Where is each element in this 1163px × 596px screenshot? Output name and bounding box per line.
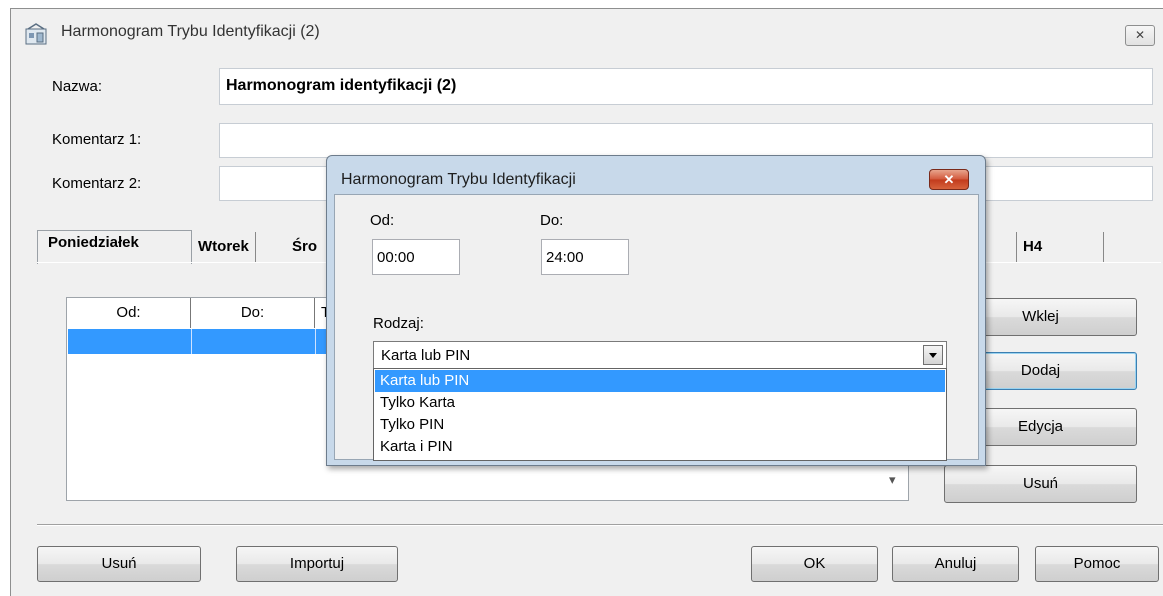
option-card-and-pin[interactable]: Karta i PIN [375,436,945,458]
grid-header-from[interactable]: Od: [67,298,191,328]
ok-button[interactable]: OK [751,546,878,582]
tab-monday[interactable]: Poniedziałek [42,228,145,258]
cancel-button[interactable]: Anuluj [892,546,1019,582]
import-button[interactable]: Importuj [236,546,398,582]
grid-scroll-down-icon[interactable]: ▾ [889,472,903,492]
chevron-down-icon[interactable] [923,345,943,365]
separator [37,524,1163,526]
type-label: Rodzaj: [373,315,424,332]
option-card-or-pin[interactable]: Karta lub PIN [375,370,945,392]
name-field[interactable]: Harmonogram identyfikacji (2) [219,68,1153,105]
from-label: Od: [370,212,395,229]
schedule-app-icon [25,23,47,45]
tab-divider [1103,232,1104,262]
option-pin-only[interactable]: Tylko PIN [375,414,945,436]
delete-schedule-button[interactable]: Usuń [37,546,201,582]
from-time-field[interactable]: 00:00 [372,239,460,275]
row-divider [315,329,316,354]
dialog-title: Harmonogram Trybu Identyfikacji [341,171,576,188]
help-button[interactable]: Pomoc [1035,546,1159,582]
dialog-close-button[interactable]: ✕ [929,169,969,190]
tab-tuesday[interactable]: Wtorek [192,232,256,262]
to-time-field[interactable]: 24:00 [541,239,629,275]
window-title: Harmonogram Trybu Identyfikacji (2) [61,23,320,40]
type-select-value: Karta lub PIN [381,347,471,364]
delete-entry-button[interactable]: Usuń [944,465,1137,503]
grid-header-to[interactable]: Do: [191,298,315,328]
comment1-field[interactable] [219,123,1153,158]
type-select[interactable]: Karta lub PIN [373,341,947,371]
window-close-button[interactable]: ✕ [1125,25,1155,46]
name-label: Nazwa: [52,78,103,95]
comment1-label: Komentarz 1: [52,131,142,148]
option-card-only[interactable]: Tylko Karta [375,392,945,414]
row-divider [191,329,192,354]
to-label: Do: [540,212,564,229]
tab-wednesday[interactable]: Śro [286,232,323,262]
type-dropdown-list[interactable]: Karta lub PIN Tylko Karta Tylko PIN Kart… [373,368,947,461]
comment2-label: Komentarz 2: [52,175,142,192]
tab-h4[interactable]: H4 [1016,232,1104,262]
